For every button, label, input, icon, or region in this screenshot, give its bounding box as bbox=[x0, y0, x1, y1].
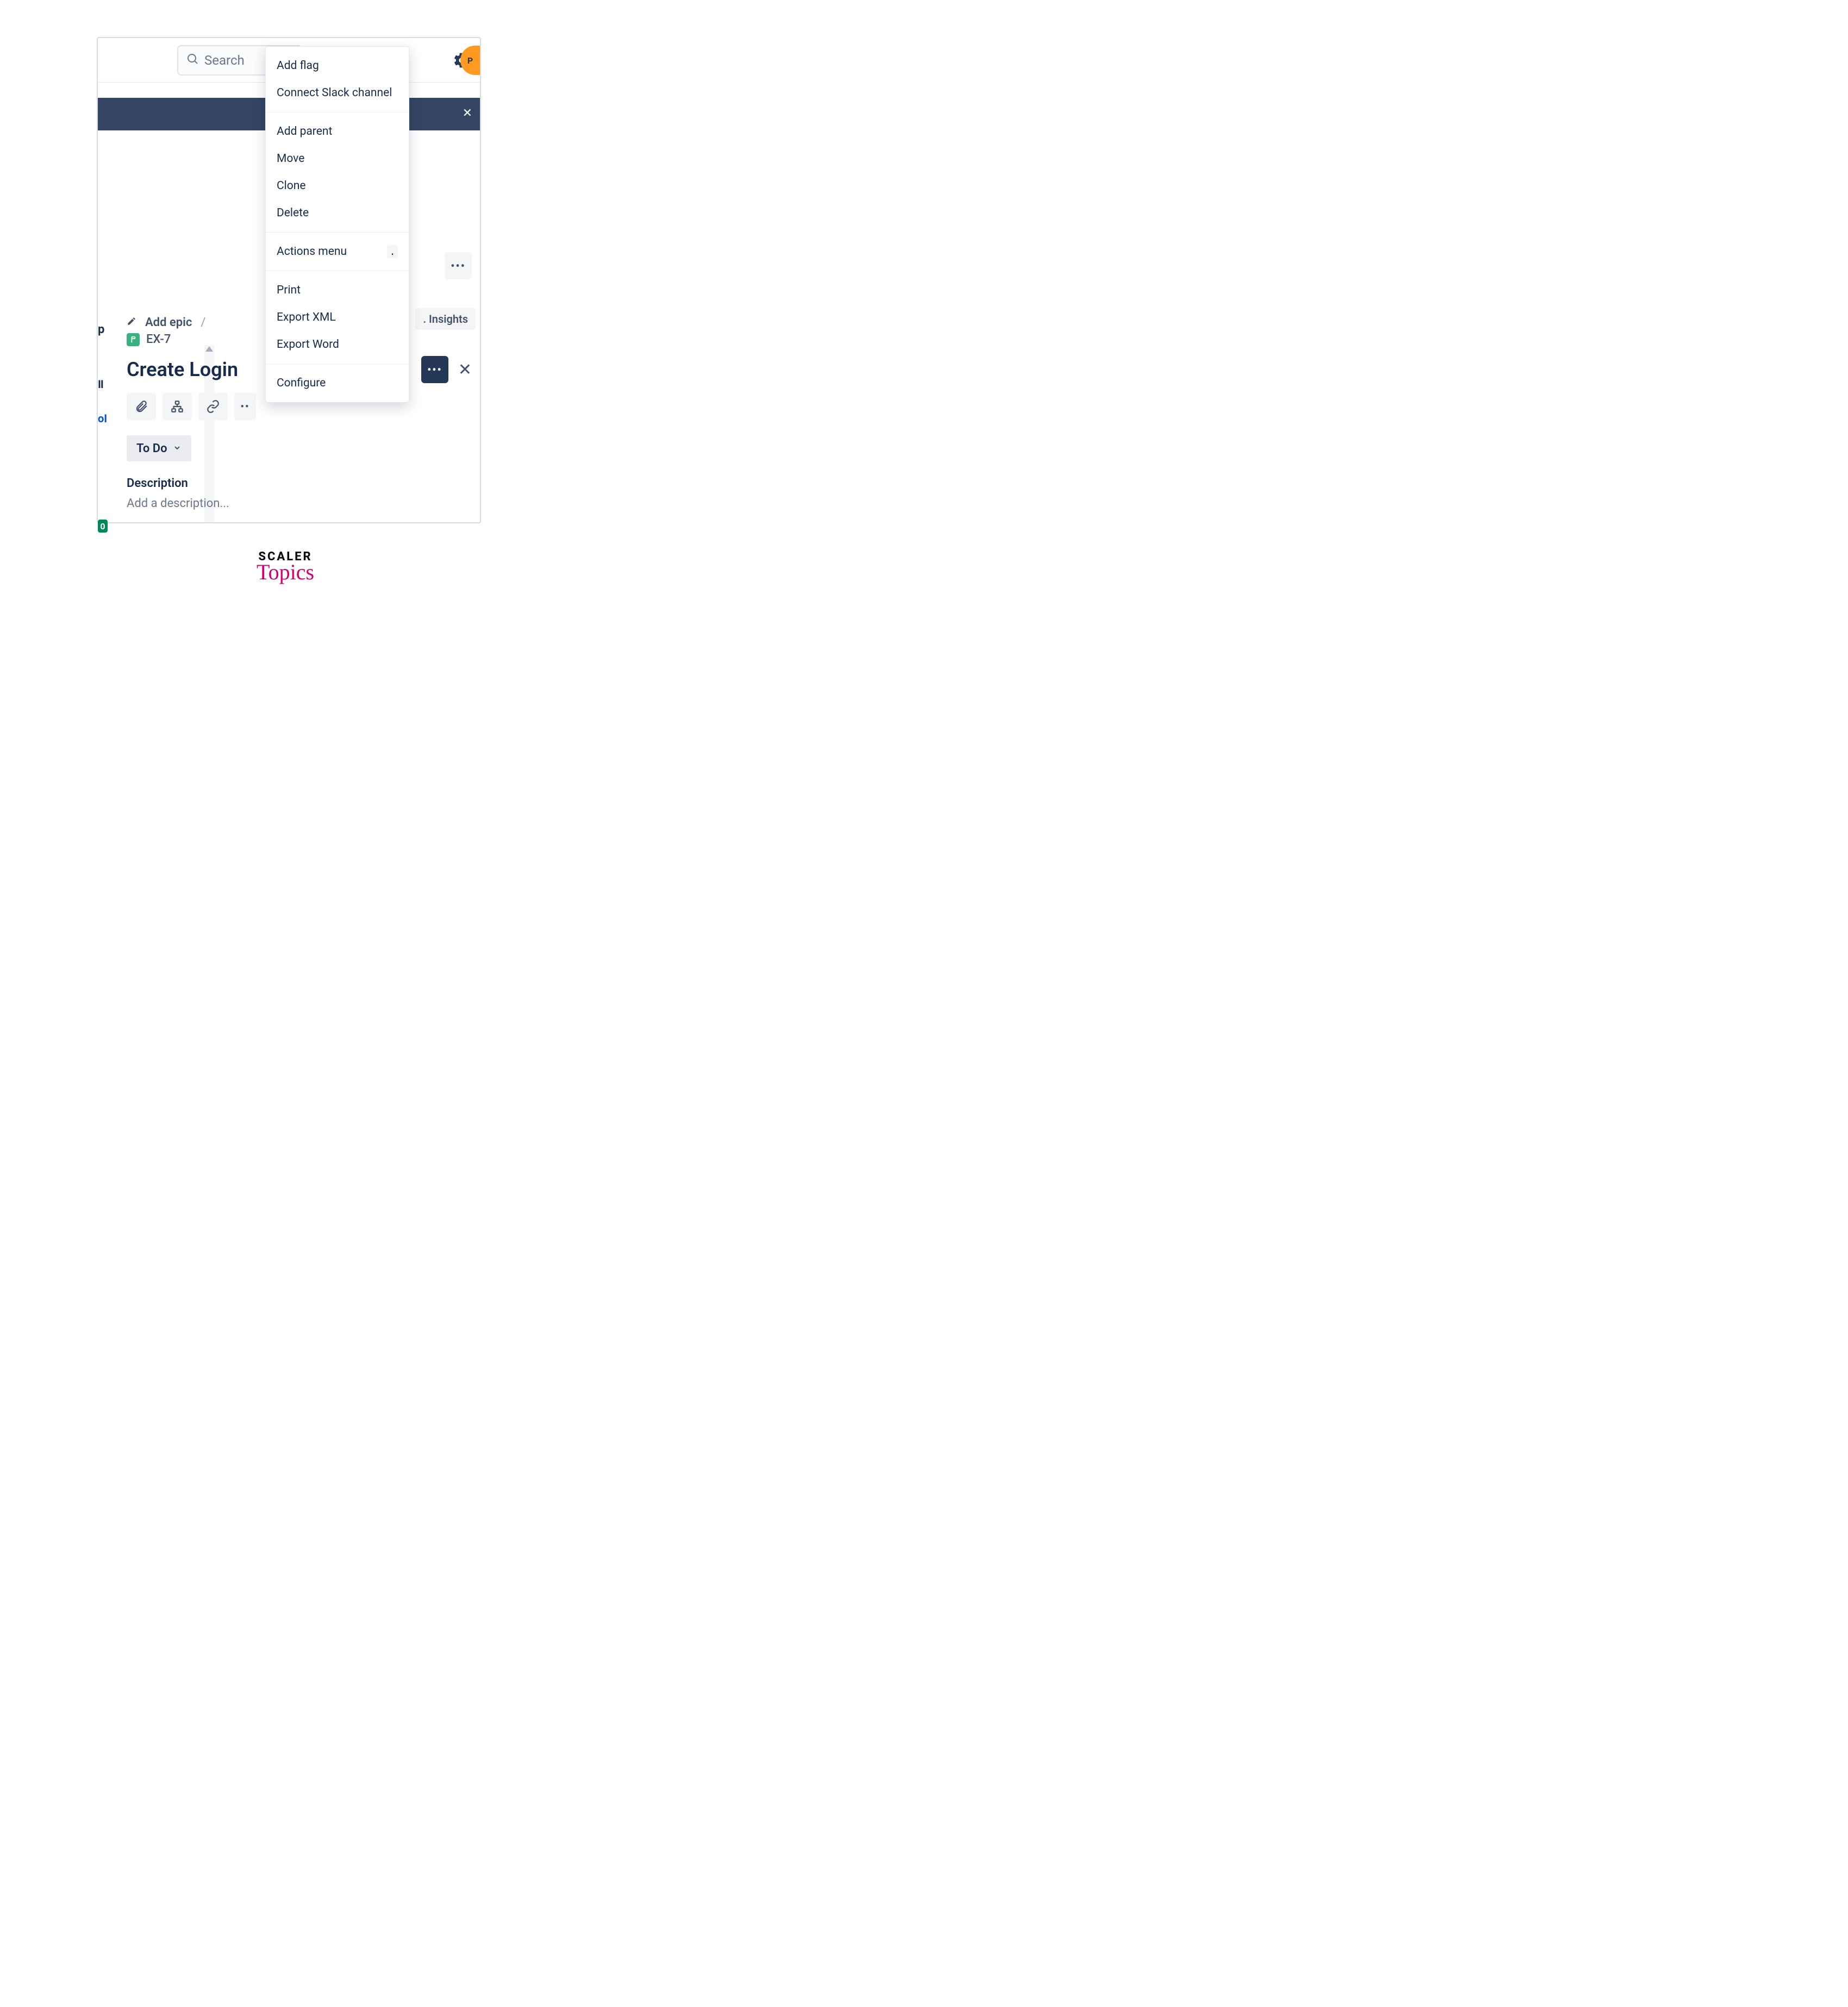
search-placeholder: Search bbox=[204, 53, 245, 68]
search-icon bbox=[186, 52, 199, 68]
kbd-hint: . bbox=[387, 245, 398, 258]
banner-close-icon[interactable]: ✕ bbox=[463, 107, 472, 120]
description-placeholder[interactable]: Add a description... bbox=[127, 497, 480, 510]
attach-button[interactable] bbox=[127, 393, 156, 420]
brand-logo: SCALER Topics bbox=[257, 550, 314, 585]
dd-move[interactable]: Move bbox=[266, 145, 409, 172]
dd-print[interactable]: Print bbox=[266, 277, 409, 304]
left-peek-green: 0 bbox=[98, 520, 108, 533]
dd-add-flag[interactable]: Add flag bbox=[266, 52, 409, 79]
board-more-button[interactable]: ••• bbox=[445, 252, 472, 279]
dd-connect-slack[interactable]: Connect Slack channel bbox=[266, 79, 409, 107]
dd-export-xml[interactable]: Export XML bbox=[266, 304, 409, 331]
child-issue-button[interactable] bbox=[163, 393, 192, 420]
pencil-icon bbox=[127, 316, 136, 329]
chevron-down-icon bbox=[173, 442, 182, 455]
dd-export-word[interactable]: Export Word bbox=[266, 331, 409, 358]
left-peek-oi: oI bbox=[98, 412, 107, 425]
dd-add-parent[interactable]: Add parent bbox=[266, 118, 409, 145]
left-peek-p: p bbox=[98, 323, 107, 336]
dd-configure[interactable]: Configure bbox=[266, 370, 409, 397]
issue-key[interactable]: EX-7 bbox=[146, 333, 171, 346]
left-peek-bar: I I bbox=[98, 378, 107, 391]
issue-type-icon bbox=[127, 333, 140, 346]
add-epic-link[interactable]: Add epic bbox=[145, 316, 192, 329]
actions-dropdown: Add flag Connect Slack channel Add paren… bbox=[265, 46, 409, 403]
toolbar-more-button[interactable]: •• bbox=[234, 393, 256, 420]
dd-delete[interactable]: Delete bbox=[266, 199, 409, 227]
link-button[interactable] bbox=[198, 393, 228, 420]
description-label: Description bbox=[127, 477, 480, 490]
status-dropdown[interactable]: To Do bbox=[127, 435, 191, 461]
dd-actions-menu[interactable]: Actions menu . bbox=[266, 238, 409, 265]
dd-clone[interactable]: Clone bbox=[266, 172, 409, 199]
